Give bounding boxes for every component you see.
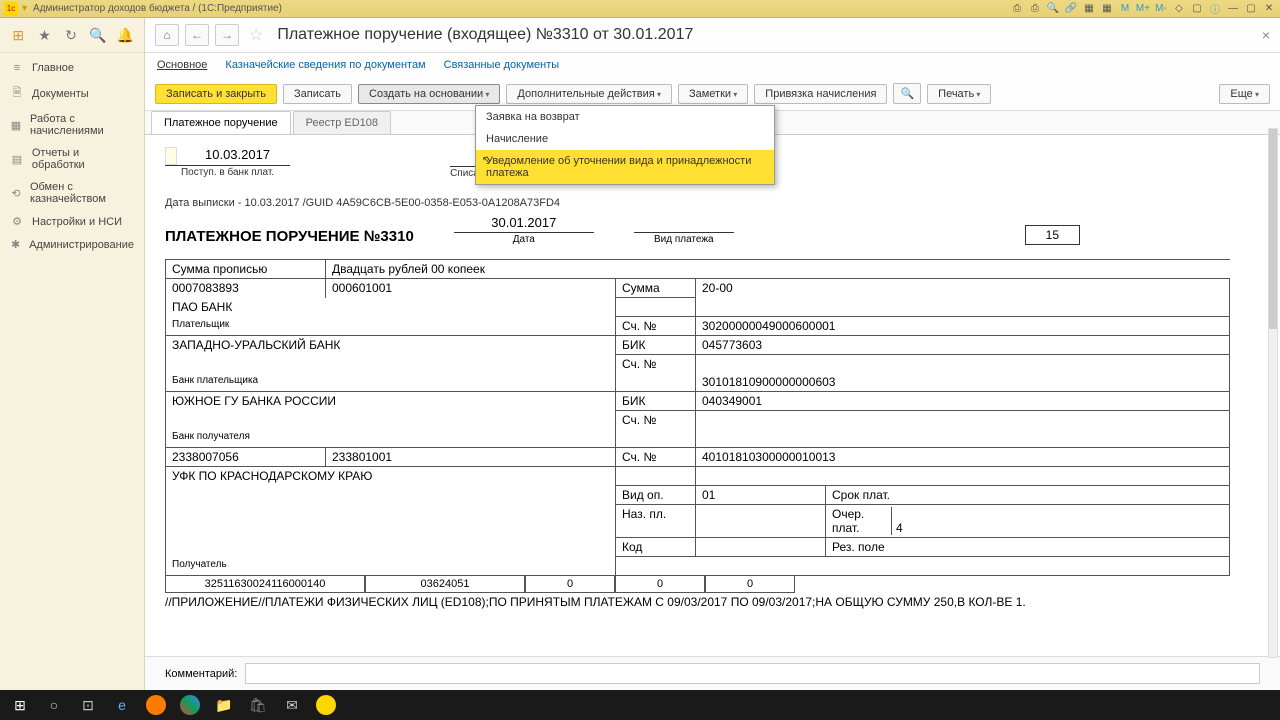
taskbar: ⊞ ○ ⊡ e 📁 🛍 ✉ bbox=[0, 690, 1280, 720]
sidebar-item-docs[interactable]: 🗎Документы bbox=[0, 79, 144, 108]
cortana-icon[interactable]: ○ bbox=[38, 692, 70, 718]
print2-icon[interactable]: ⎙ bbox=[1028, 2, 1042, 16]
start-icon[interactable]: ⊞ bbox=[4, 692, 36, 718]
admin-icon: ✱ bbox=[10, 238, 21, 251]
favorite-icon[interactable]: ☆ bbox=[249, 25, 263, 45]
m-icon[interactable]: M bbox=[1118, 2, 1132, 16]
dd-item-return[interactable]: Заявка на возврат bbox=[476, 106, 774, 128]
explorer-icon[interactable]: 📁 bbox=[208, 692, 240, 718]
store-icon[interactable]: 🛍 bbox=[242, 692, 274, 718]
comment-row: Комментарий: bbox=[145, 656, 1280, 690]
link-icon[interactable]: 🔗 bbox=[1064, 2, 1078, 16]
tab-ed108[interactable]: Реестр ED108 bbox=[293, 111, 391, 134]
forward-button[interactable]: → bbox=[215, 24, 239, 46]
titlebar: 1c ▾ Администратор доходов бюджета / (1С… bbox=[0, 0, 1280, 18]
history-icon[interactable]: ↻ bbox=[63, 26, 79, 44]
page-title: Платежное поручение (входящее) №3310 от … bbox=[277, 26, 693, 44]
exchange-icon: ⟲ bbox=[10, 187, 22, 200]
link-treasury[interactable]: Казначейские сведения по документам bbox=[225, 59, 425, 71]
sidebar: ⊞ ★ ↻ 🔍 🔔 ≡Главное 🗎Документы ▦Работа с … bbox=[0, 18, 145, 690]
create-based-dropdown: Заявка на возврат Начисление ↖Уведомлени… bbox=[475, 105, 775, 185]
apps-icon[interactable]: ⊞ bbox=[10, 26, 26, 44]
search-icon[interactable]: 🔍 bbox=[1046, 2, 1060, 16]
chrome-icon[interactable] bbox=[174, 692, 206, 718]
mminus-icon[interactable]: M- bbox=[1154, 2, 1168, 16]
save-button[interactable]: Записать bbox=[283, 84, 352, 104]
dd-item-notification[interactable]: ↖Уведомление об уточнении вида и принадл… bbox=[476, 150, 774, 184]
notes-button[interactable]: Заметки bbox=[678, 84, 748, 104]
report-icon: ▤ bbox=[10, 153, 24, 166]
grid-icon: ▦ bbox=[10, 119, 22, 132]
link-related[interactable]: Связанные документы bbox=[444, 59, 560, 71]
star-icon[interactable]: ★ bbox=[36, 26, 52, 44]
link-main[interactable]: Основное bbox=[157, 59, 207, 71]
po-title: ПЛАТЕЖНОЕ ПОРУЧЕНИЕ №3310 bbox=[165, 228, 414, 245]
toolbar: Записать и закрыть Записать Создать на о… bbox=[145, 77, 1280, 111]
dropdown-icon[interactable]: ▾ bbox=[22, 3, 27, 14]
bell-icon[interactable]: 🔔 bbox=[117, 26, 134, 44]
note: //ПРИЛОЖЕНИЕ//ПЛАТЕЖИ ФИЗИЧЕСКИХ ЛИЦ (ED… bbox=[165, 595, 1260, 611]
taskview-icon[interactable]: ⊡ bbox=[72, 692, 104, 718]
edge-icon[interactable]: e bbox=[106, 692, 138, 718]
back-button[interactable]: ← bbox=[185, 24, 209, 46]
info-icon[interactable]: ⓘ bbox=[1208, 2, 1222, 16]
sidebar-item-main[interactable]: ≡Главное bbox=[0, 57, 144, 79]
dd-item-accrual[interactable]: Начисление bbox=[476, 128, 774, 150]
calc-icon[interactable]: ▦ bbox=[1082, 2, 1096, 16]
minimize-icon[interactable]: — bbox=[1226, 2, 1240, 16]
sidebar-item-reports[interactable]: ▤Отчеты и обработки bbox=[0, 142, 144, 176]
payment-table: Сумма прописьюДвадцать рублей 00 копеек … bbox=[165, 259, 1230, 576]
more-button[interactable]: Еще bbox=[1219, 84, 1270, 104]
comment-input[interactable] bbox=[245, 663, 1260, 684]
cal-icon[interactable]: ▦ bbox=[1100, 2, 1114, 16]
print-button[interactable]: Печать bbox=[927, 84, 991, 104]
nav-links: Основное Казначейские сведения по докуме… bbox=[145, 53, 1280, 77]
fav-icon[interactable]: ◇ bbox=[1172, 2, 1186, 16]
firefox-icon[interactable] bbox=[140, 692, 172, 718]
marker bbox=[165, 147, 177, 165]
close-icon[interactable]: ✕ bbox=[1262, 2, 1276, 16]
window-icon[interactable]: ▢ bbox=[1190, 2, 1204, 16]
mail-icon[interactable]: ✉ bbox=[276, 692, 308, 718]
print-icon[interactable]: ⎙ bbox=[1010, 2, 1024, 16]
mplus-icon[interactable]: M+ bbox=[1136, 2, 1150, 16]
link-accrual-button[interactable]: Привязка начисления bbox=[754, 84, 887, 104]
close-tab-icon[interactable]: × bbox=[1262, 27, 1270, 43]
maximize-icon[interactable]: ▢ bbox=[1244, 2, 1258, 16]
save-close-button[interactable]: Записать и закрыть bbox=[155, 84, 277, 104]
sidebar-item-accruals[interactable]: ▦Работа с начислениями bbox=[0, 108, 144, 142]
tab-payment-order[interactable]: Платежное поручение bbox=[151, 111, 291, 134]
search-button[interactable]: 🔍 bbox=[893, 83, 921, 104]
codes-row: 32511630024116000140 03624051 0 0 0 bbox=[165, 576, 1260, 593]
create-based-button[interactable]: Создать на основании bbox=[358, 84, 500, 104]
home-button[interactable]: ⌂ bbox=[155, 24, 179, 46]
app-icon[interactable] bbox=[310, 692, 342, 718]
cursor-icon: ↖ bbox=[482, 155, 490, 166]
home-icon: ≡ bbox=[10, 62, 24, 74]
guid-line: Дата выписки - 10.03.2017 /GUID 4A59C6CB… bbox=[165, 197, 1260, 209]
box-15: 15 bbox=[1025, 225, 1080, 245]
extra-actions-button[interactable]: Дополнительные действия bbox=[506, 84, 672, 104]
sidebar-item-settings[interactable]: ⚙Настройки и НСИ bbox=[0, 210, 144, 233]
search-nav-icon[interactable]: 🔍 bbox=[89, 26, 106, 44]
gear-icon: ⚙ bbox=[10, 215, 24, 228]
content: 10.03.2017Поступ. в банк плат. Списано с… bbox=[145, 135, 1280, 656]
date-in: 10.03.2017 bbox=[185, 145, 290, 164]
sidebar-item-admin[interactable]: ✱Администрирование bbox=[0, 233, 144, 256]
sidebar-item-treasury[interactable]: ⟲Обмен с казначейством bbox=[0, 176, 144, 210]
doc-icon: 🗎 bbox=[10, 84, 24, 103]
doc-header: ⌂ ← → ☆ Платежное поручение (входящее) №… bbox=[145, 18, 1280, 53]
app-logo: 1c bbox=[4, 2, 18, 16]
scrollbar[interactable] bbox=[1268, 128, 1278, 658]
